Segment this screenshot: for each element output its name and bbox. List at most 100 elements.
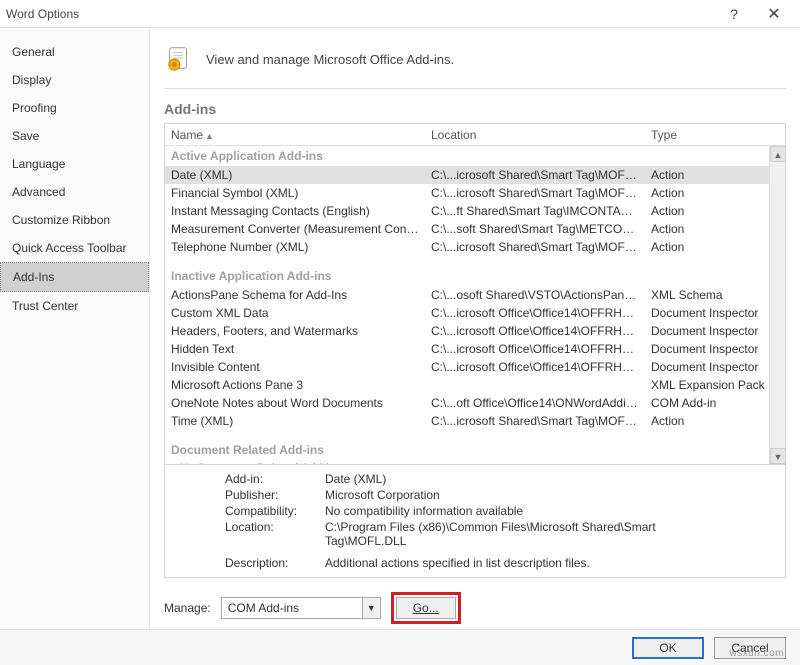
go-button[interactable]: Go... xyxy=(396,597,456,619)
cell-type: Action xyxy=(645,239,785,255)
detail-addin: Date (XML) xyxy=(325,472,725,486)
detail-compat-key: Compatibility: xyxy=(225,504,325,518)
cell-location: C:\...icrosoft Office\Office14\OFFRHD.DL… xyxy=(425,359,645,375)
section-title: Add-ins xyxy=(164,101,786,117)
manage-select[interactable]: COM Add-ins ▼ xyxy=(221,597,381,619)
sidebar-item-general[interactable]: General xyxy=(0,38,149,66)
cell-name: Headers, Footers, and Watermarks xyxy=(165,323,425,339)
manage-row: Manage: COM Add-ins ▼ Go... xyxy=(164,578,786,624)
cell-type: Action xyxy=(645,413,785,429)
sidebar-item-trust-center[interactable]: Trust Center xyxy=(0,292,149,320)
table-row[interactable]: OneNote Notes about Word DocumentsC:\...… xyxy=(165,394,785,412)
scroll-down-icon[interactable]: ▼ xyxy=(770,448,786,464)
detail-desc-key: Description: xyxy=(225,556,325,570)
cell-location: C:\...icrosoft Shared\Smart Tag\MOFL.DLL xyxy=(425,239,645,255)
sidebar-item-qat[interactable]: Quick Access Toolbar xyxy=(0,234,149,262)
scroll-up-icon[interactable]: ▲ xyxy=(770,146,786,162)
cell-location: C:\...icrosoft Office\Office14\OFFRHD.DL… xyxy=(425,341,645,357)
addins-table: Name▲ Location Type Active Application A… xyxy=(164,123,786,465)
table-row[interactable]: Financial Symbol (XML)C:\...icrosoft Sha… xyxy=(165,184,785,202)
table-row[interactable]: ActionsPane Schema for Add-InsC:\...osof… xyxy=(165,286,785,304)
table-row[interactable]: Measurement Converter (Measurement Conve… xyxy=(165,220,785,238)
cell-location: C:\...icrosoft Office\Office14\OFFRHD.DL… xyxy=(425,305,645,321)
cell-location: C:\...osoft Shared\VSTO\ActionsPane3.xsd xyxy=(425,287,645,303)
cell-type: XML Expansion Pack xyxy=(645,377,785,393)
titlebar: Word Options ? ✕ xyxy=(0,0,800,28)
cell-location: C:\...oft Office\Office14\ONWordAddin.dl… xyxy=(425,395,645,411)
cell-name: Microsoft Actions Pane 3 xyxy=(165,377,425,393)
cell-name: Measurement Converter (Measurement Conve… xyxy=(165,221,425,237)
cell-type: Action xyxy=(645,185,785,201)
cell-location xyxy=(425,377,645,393)
window-title: Word Options xyxy=(6,7,714,21)
detail-desc: Additional actions specified in list des… xyxy=(325,556,725,570)
sidebar-item-proofing[interactable]: Proofing xyxy=(0,94,149,122)
table-row[interactable]: Custom XML DataC:\...icrosoft Office\Off… xyxy=(165,304,785,322)
cell-location: C:\...icrosoft Shared\Smart Tag\MOFL.DLL xyxy=(425,185,645,201)
cell-location: C:\...icrosoft Shared\Smart Tag\MOFL.DLL xyxy=(425,413,645,429)
detail-publisher: Microsoft Corporation xyxy=(325,488,725,502)
cell-location: C:\...icrosoft Office\Office14\OFFRHD.DL… xyxy=(425,323,645,339)
cell-name: Invisible Content xyxy=(165,359,425,375)
table-row[interactable]: Telephone Number (XML)C:\...icrosoft Sha… xyxy=(165,238,785,256)
cell-type: Action xyxy=(645,167,785,183)
table-row[interactable]: Instant Messaging Contacts (English)C:\.… xyxy=(165,202,785,220)
cell-type: Document Inspector xyxy=(645,341,785,357)
cell-location: C:\...soft Shared\Smart Tag\METCONV.DLL xyxy=(425,221,645,237)
table-body: Active Application Add-insDate (XML)C:\.… xyxy=(165,146,785,464)
cell-name: Instant Messaging Contacts (English) xyxy=(165,203,425,219)
cell-name: OneNote Notes about Word Documents xyxy=(165,395,425,411)
help-button[interactable]: ? xyxy=(714,6,754,22)
go-highlight: Go... xyxy=(391,592,461,624)
cell-name: Date (XML) xyxy=(165,167,425,183)
sidebar-item-language[interactable]: Language xyxy=(0,150,149,178)
detail-location: C:\Program Files (x86)\Common Files\Micr… xyxy=(325,520,725,548)
cell-type: XML Schema xyxy=(645,287,785,303)
sidebar-item-save[interactable]: Save xyxy=(0,122,149,150)
table-row[interactable]: Invisible ContentC:\...icrosoft Office\O… xyxy=(165,358,785,376)
group-empty-note: No Document Related Add-ins xyxy=(165,460,785,464)
cell-location: C:\...ft Shared\Smart Tag\IMCONTACT.DLL xyxy=(425,203,645,219)
cell-type: Document Inspector xyxy=(645,323,785,339)
cell-name: Financial Symbol (XML) xyxy=(165,185,425,201)
detail-location-key: Location: xyxy=(225,520,325,548)
sidebar: General Display Proofing Save Language A… xyxy=(0,28,150,628)
vertical-scrollbar[interactable]: ▲ ▼ xyxy=(769,146,785,464)
addins-icon xyxy=(164,44,194,74)
cell-type: Document Inspector xyxy=(645,305,785,321)
cell-type: Action xyxy=(645,203,785,219)
chevron-down-icon[interactable]: ▼ xyxy=(362,598,380,618)
sidebar-item-customize-ribbon[interactable]: Customize Ribbon xyxy=(0,206,149,234)
col-header-name[interactable]: Name▲ xyxy=(165,125,425,145)
addin-details: Add-in:Date (XML) Publisher:Microsoft Co… xyxy=(164,465,786,578)
sort-asc-icon: ▲ xyxy=(205,131,214,141)
sidebar-item-advanced[interactable]: Advanced xyxy=(0,178,149,206)
ok-button[interactable]: OK xyxy=(632,637,704,659)
group-header: Inactive Application Add-ins xyxy=(165,266,785,286)
cell-location: C:\...icrosoft Shared\Smart Tag\MOFL.DLL xyxy=(425,167,645,183)
detail-compat: No compatibility information available xyxy=(325,504,725,518)
cell-name: ActionsPane Schema for Add-Ins xyxy=(165,287,425,303)
cell-type: Document Inspector xyxy=(645,359,785,375)
watermark: wsxdn.com xyxy=(729,648,784,659)
cell-name: Time (XML) xyxy=(165,413,425,429)
table-row[interactable]: Hidden TextC:\...icrosoft Office\Office1… xyxy=(165,340,785,358)
close-button[interactable]: ✕ xyxy=(754,4,794,24)
dialog-footer: OK Cancel xyxy=(0,629,800,665)
manage-select-value: COM Add-ins xyxy=(222,601,362,615)
table-row[interactable]: Headers, Footers, and WatermarksC:\...ic… xyxy=(165,322,785,340)
detail-addin-key: Add-in: xyxy=(225,472,325,486)
table-row[interactable]: Date (XML)C:\...icrosoft Shared\Smart Ta… xyxy=(165,166,785,184)
detail-publisher-key: Publisher: xyxy=(225,488,325,502)
table-row[interactable]: Time (XML)C:\...icrosoft Shared\Smart Ta… xyxy=(165,412,785,430)
page-header: View and manage Microsoft Office Add-ins… xyxy=(164,38,786,89)
table-row[interactable]: Microsoft Actions Pane 3 XML Expansion Pa… xyxy=(165,376,785,394)
cell-name: Telephone Number (XML) xyxy=(165,239,425,255)
sidebar-item-display[interactable]: Display xyxy=(0,66,149,94)
sidebar-item-addins[interactable]: Add-Ins xyxy=(0,262,149,292)
cell-name: Hidden Text xyxy=(165,341,425,357)
manage-label: Manage: xyxy=(164,601,211,615)
col-header-type[interactable]: Type xyxy=(645,125,785,145)
cell-type: COM Add-in xyxy=(645,395,785,411)
col-header-location[interactable]: Location xyxy=(425,125,645,145)
